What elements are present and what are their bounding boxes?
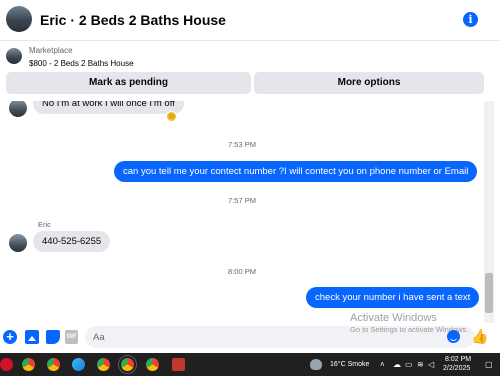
- chrome-icon[interactable]: [118, 355, 137, 374]
- message-timestamp: 7:53 PM: [228, 140, 256, 149]
- listing-price-title[interactable]: $800 - 2 Beds 2 Baths House: [29, 59, 134, 68]
- sticker-icon[interactable]: [46, 330, 60, 344]
- chrome-icon[interactable]: [47, 358, 60, 371]
- message-timestamp: 8:00 PM: [228, 267, 256, 276]
- sender-name: Eric: [38, 220, 51, 229]
- gif-icon[interactable]: GIF: [65, 330, 78, 344]
- message-outgoing: can you tell me your contect number ?I w…: [114, 161, 478, 182]
- info-icon[interactable]: i: [463, 12, 478, 27]
- volume-icon[interactable]: ◁: [428, 360, 434, 369]
- message-timestamp: 7:57 PM: [228, 196, 256, 205]
- edge-icon[interactable]: [72, 358, 85, 371]
- emoji-reaction-icon[interactable]: ☺: [166, 111, 177, 122]
- message-incoming: No I'm at work I will once I'm off: [33, 101, 184, 114]
- weather-text[interactable]: 16°C Smoke: [330, 361, 369, 368]
- avatar[interactable]: [9, 234, 27, 252]
- marketplace-listing-bar: Marketplace $800 - 2 Beds 2 Baths House …: [0, 41, 500, 101]
- scrollbar-thumb[interactable]: [485, 273, 493, 313]
- mark-as-pending-button[interactable]: Mark as pending: [6, 72, 251, 94]
- conversation-header: Eric · 2 Beds 2 Baths House i: [0, 0, 500, 41]
- weather-icon[interactable]: [310, 359, 322, 370]
- cloud-icon[interactable]: ☁: [393, 360, 401, 369]
- chevron-up-icon[interactable]: ˄: [380, 360, 385, 369]
- windows-taskbar: 16°C Smoke ˄ ☁ ▭ ≋ ◁ 8:02 PM 2/2/2025 ▢: [0, 353, 500, 376]
- message-thread: No I'm at work I will once I'm off ☺ 7:5…: [0, 101, 484, 323]
- more-options-button[interactable]: More options: [254, 72, 484, 94]
- chat-scrollbar[interactable]: [484, 101, 494, 323]
- activate-windows-title: Activate Windows: [350, 312, 437, 324]
- messenger-window: Eric · 2 Beds 2 Baths House i Marketplac…: [0, 0, 500, 376]
- message-outgoing: check your number i have sent a text: [306, 287, 480, 308]
- opera-icon[interactable]: [0, 358, 13, 371]
- clock-date[interactable]: 2/2/2025: [443, 365, 470, 372]
- network-icon[interactable]: ▭: [405, 360, 413, 369]
- listing-thumbnail-small[interactable]: [6, 48, 22, 64]
- photo-icon[interactable]: [25, 330, 39, 344]
- conversation-title[interactable]: Eric · 2 Beds 2 Baths House: [40, 12, 226, 28]
- notification-icon[interactable]: ▢: [485, 360, 493, 369]
- plus-icon[interactable]: +: [3, 330, 17, 344]
- chrome-icon[interactable]: [22, 358, 35, 371]
- clock-time[interactable]: 8:02 PM: [445, 356, 471, 363]
- chrome-icon[interactable]: [97, 358, 110, 371]
- marketplace-label: Marketplace: [29, 46, 73, 55]
- chrome-icon[interactable]: [146, 358, 159, 371]
- avatar[interactable]: [9, 101, 27, 117]
- app-icon[interactable]: [172, 358, 185, 371]
- message-incoming: 440-525-6255: [33, 231, 111, 252]
- wifi-icon[interactable]: ≋: [417, 360, 424, 369]
- listing-thumbnail[interactable]: [6, 6, 32, 32]
- thumbs-up-icon[interactable]: 👍: [471, 328, 488, 345]
- activate-windows-subtitle: Go to Settings to activate Windows.: [350, 325, 469, 334]
